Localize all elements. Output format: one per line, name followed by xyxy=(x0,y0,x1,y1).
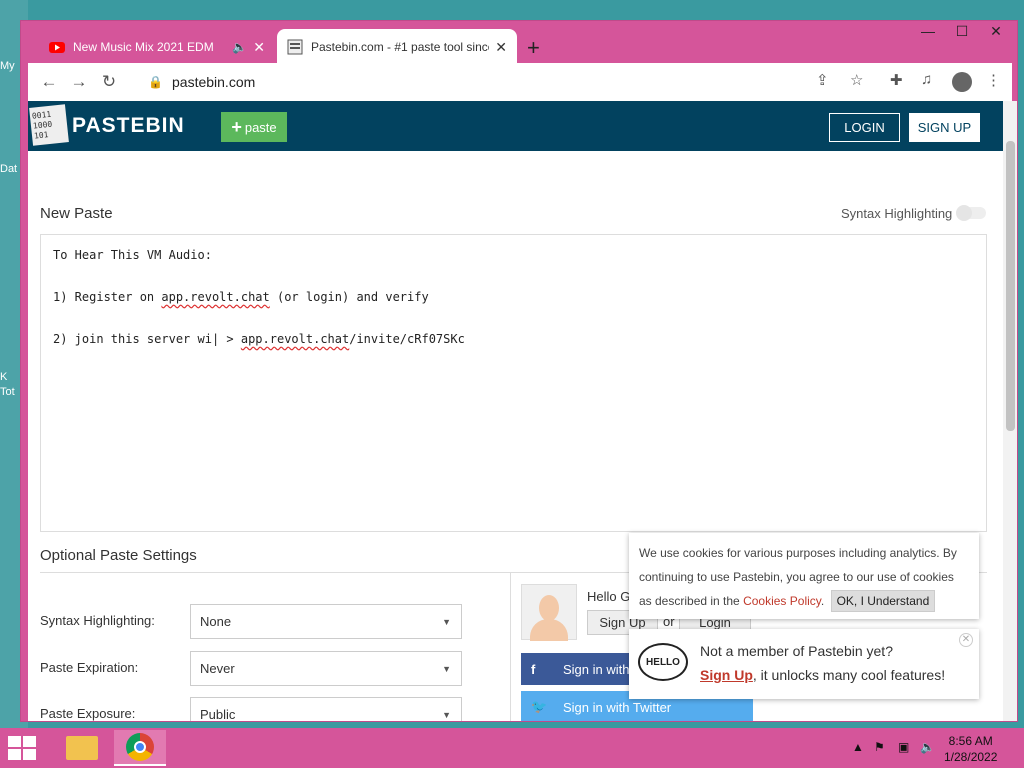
maximize-button[interactable]: ☐ xyxy=(945,23,979,40)
lock-icon[interactable]: 🔒 xyxy=(148,75,163,89)
clock-date: 1/28/2022 xyxy=(944,750,998,764)
windows-start-icon[interactable] xyxy=(8,736,38,760)
paste-line: 1) Register on app.revolt.chat (or login… xyxy=(53,290,429,304)
twitter-icon: 🐦 xyxy=(531,699,548,714)
browser-window: New Music Mix 2021 EDM 🔈 ✕ Pastebin.com … xyxy=(20,20,1018,722)
member-signup-link[interactable]: Sign Up xyxy=(700,667,753,683)
speaker-icon[interactable]: 🔈 xyxy=(232,40,247,54)
tab-youtube[interactable]: New Music Mix 2021 EDM 🔈 ✕ xyxy=(39,29,275,65)
cookie-ok-button[interactable]: OK, I Understand xyxy=(830,590,936,612)
pastebin-icon xyxy=(287,39,303,55)
browser-toolbar: ← → ↻ 🔒 pastebin.com ⇪ ☆ ✚ ♫ ⋮ xyxy=(28,63,1012,101)
paste-line: 2) join this server wi| > app.revolt.cha… xyxy=(53,332,465,346)
expiration-select[interactable]: Never ▼ xyxy=(190,651,462,686)
minimize-button[interactable]: — xyxy=(911,23,945,39)
member-question: Not a member of Pastebin yet? xyxy=(700,643,893,659)
cookie-banner: We use cookies for various purposes incl… xyxy=(629,533,979,619)
pastebin-logo-icon[interactable]: 0011 1000 101 xyxy=(29,104,69,146)
url-text: pastebin.com xyxy=(172,74,256,90)
scroll-thumb[interactable] xyxy=(1006,141,1015,431)
page-scrollbar[interactable] xyxy=(1003,101,1017,721)
signup-button[interactable]: SIGN UP xyxy=(909,113,980,142)
new-paste-button[interactable]: + paste xyxy=(221,112,287,142)
reload-icon[interactable]: ↻ xyxy=(94,72,124,92)
tab-strip: New Music Mix 2021 EDM 🔈 ✕ Pastebin.com … xyxy=(21,21,1017,65)
address-bar[interactable]: 🔒 pastebin.com xyxy=(138,67,858,97)
paste-line: To Hear This VM Audio: xyxy=(53,248,212,262)
action-center-icon[interactable]: ⚑ xyxy=(874,740,885,754)
menu-dots-icon[interactable]: ⋮ xyxy=(986,71,1001,89)
divider xyxy=(510,573,511,721)
tray-overflow-icon[interactable]: ▲ xyxy=(852,740,864,754)
page-title: New Paste xyxy=(40,205,113,222)
close-icon[interactable]: ✕ xyxy=(959,633,973,647)
taskbar: ▲ ⚑ ▣ 🔈 8:56 AM 1/28/2022 xyxy=(0,728,1024,768)
facebook-icon: f xyxy=(531,661,536,677)
expiration-setting-label: Paste Expiration: xyxy=(40,660,139,675)
share-icon[interactable]: ⇪ xyxy=(816,71,829,89)
file-explorer-icon[interactable] xyxy=(56,730,108,766)
chevron-down-icon: ▼ xyxy=(442,663,451,674)
paste-textarea[interactable]: To Hear This VM Audio: 1) Register on ap… xyxy=(40,234,987,532)
syntax-toggle-label: Syntax Highlighting xyxy=(841,206,953,221)
exposure-select[interactable]: Public ▼ xyxy=(190,697,462,721)
cookies-policy-link[interactable]: Cookies Policy xyxy=(743,594,821,608)
close-tab-icon[interactable]: ✕ xyxy=(495,39,507,56)
volume-icon[interactable]: 🔈 xyxy=(920,740,935,754)
member-promo: ✕ HELLO Not a member of Pastebin yet? Si… xyxy=(629,629,979,699)
login-button[interactable]: LOGIN xyxy=(829,113,900,142)
syntax-toggle[interactable] xyxy=(956,205,986,221)
hello-bubble-icon: HELLO xyxy=(638,643,688,681)
new-paste-label: paste xyxy=(244,119,277,135)
forward-arrow-icon[interactable]: → xyxy=(64,72,94,92)
member-cta: Sign Up, it unlocks many cool features! xyxy=(700,667,946,683)
chevron-down-icon: ▼ xyxy=(442,709,451,720)
bookmark-star-icon[interactable]: ☆ xyxy=(850,71,863,89)
guest-avatar xyxy=(521,584,577,641)
profile-icon[interactable] xyxy=(952,72,972,92)
system-clock[interactable]: 8:56 AM 1/28/2022 xyxy=(944,733,997,765)
media-control-icon[interactable]: ♫ xyxy=(921,71,932,88)
chrome-taskbar-icon[interactable] xyxy=(114,730,166,766)
desktop-icon-label[interactable]: My xyxy=(0,60,15,72)
desktop-icon-label[interactable]: Dat xyxy=(0,163,17,175)
close-window-button[interactable]: ✕ xyxy=(979,23,1013,40)
plus-icon: + xyxy=(231,116,242,137)
new-tab-button[interactable]: + xyxy=(527,35,540,61)
desktop-icon-label[interactable]: K xyxy=(0,371,7,383)
hello-text: Hello G xyxy=(587,589,631,604)
clock-time: 8:56 AM xyxy=(948,734,993,748)
optional-settings-title: Optional Paste Settings xyxy=(40,547,197,564)
tab-pastebin[interactable]: Pastebin.com - #1 paste tool since ✕ xyxy=(277,29,517,65)
syntax-select[interactable]: None ▼ xyxy=(190,604,462,639)
network-icon[interactable]: ▣ xyxy=(898,740,909,754)
desktop-icon-label[interactable]: Tot xyxy=(0,386,15,398)
extensions-icon[interactable]: ✚ xyxy=(890,71,903,89)
tab-title: Pastebin.com - #1 paste tool since xyxy=(311,40,490,54)
tab-title: New Music Mix 2021 EDM xyxy=(73,40,214,54)
pastebin-header: 0011 1000 101 PASTEBIN + paste LOGIN SIG… xyxy=(28,101,1003,151)
close-tab-icon[interactable]: ✕ xyxy=(253,39,265,56)
youtube-icon xyxy=(49,42,65,53)
back-arrow-icon[interactable]: ← xyxy=(34,72,64,92)
exposure-setting-label: Paste Exposure: xyxy=(40,706,136,721)
syntax-setting-label: Syntax Highlighting: xyxy=(40,613,155,628)
pastebin-logo-text[interactable]: PASTEBIN xyxy=(72,114,185,138)
page-content: 0011 1000 101 PASTEBIN + paste LOGIN SIG… xyxy=(28,101,1003,721)
chevron-down-icon: ▼ xyxy=(442,616,451,627)
